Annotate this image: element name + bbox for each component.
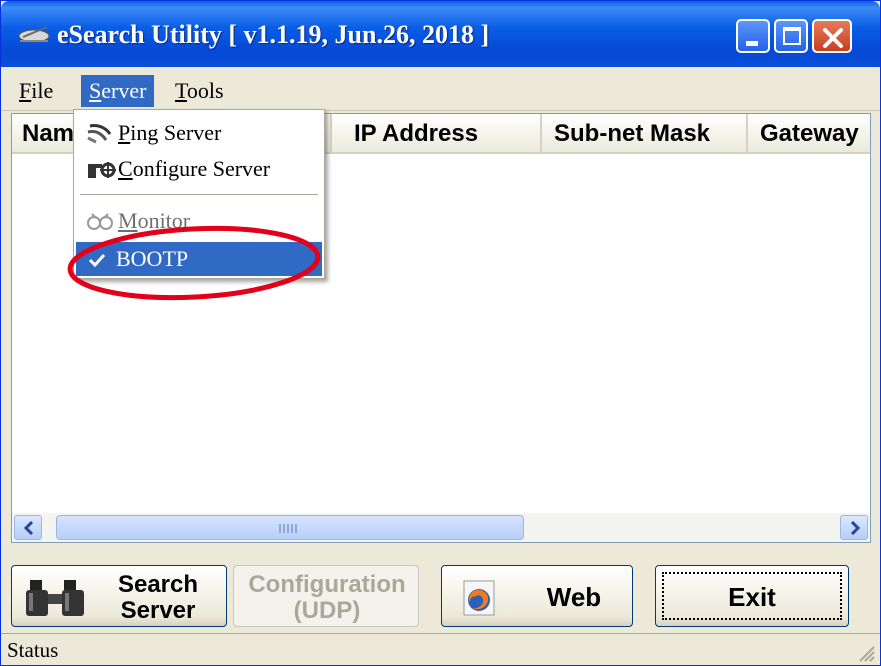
- web-button[interactable]: Web: [441, 565, 633, 627]
- monitor-icon: [87, 213, 113, 230]
- app-window: eSearch Utility [ v1.1.19, Jun.26, 2018 …: [0, 0, 881, 666]
- search-server-label: Search Server: [98, 572, 218, 624]
- menu-item-configure-server[interactable]: Configure Server: [76, 152, 322, 186]
- scroll-thumb[interactable]: [56, 515, 524, 540]
- ping-mnemonic: P: [118, 120, 131, 145]
- title-bar[interactable]: eSearch Utility [ v1.1.19, Jun.26, 2018 …: [1, 1, 880, 67]
- configuration-label-line1: Configuration: [248, 571, 406, 598]
- close-button[interactable]: [812, 19, 852, 53]
- menu-item-ping-server[interactable]: Ping Server: [76, 116, 322, 150]
- configuration-udp-label: Configuration (UDP): [238, 572, 416, 624]
- column-header-subnet-mask[interactable]: Sub-net Mask: [542, 114, 748, 154]
- search-server-label-line2: Server: [120, 597, 196, 624]
- configure-mnemonic: C: [118, 156, 133, 181]
- server-dropdown-menu: Ping Server Configure Server Monitor BOO…: [73, 109, 325, 279]
- ping-label-rest: ing Server: [130, 120, 222, 145]
- menu-file[interactable]: File: [11, 75, 61, 107]
- chevron-left-icon: [23, 521, 34, 535]
- maximize-button[interactable]: [774, 19, 808, 53]
- exit-button[interactable]: Exit: [655, 565, 849, 627]
- menu-file-label: ile: [31, 78, 54, 103]
- window-title: eSearch Utility [ v1.1.19, Jun.26, 2018 …: [57, 20, 490, 49]
- button-bar: Search Server Configuration (UDP) Web Ex…: [1, 549, 880, 629]
- configuration-udp-button[interactable]: Configuration (UDP): [233, 565, 419, 627]
- search-server-label-line1: Search: [117, 571, 199, 598]
- resize-grip-icon[interactable]: [854, 641, 876, 663]
- binoculars-icon: [26, 580, 84, 616]
- menu-item-monitor[interactable]: Monitor: [76, 204, 322, 238]
- menu-separator: [80, 194, 318, 195]
- minimize-icon: [746, 41, 758, 46]
- menu-item-ping-server-label: Ping Server: [118, 116, 221, 150]
- menu-server[interactable]: Server: [81, 75, 155, 107]
- grip-icon: [279, 524, 297, 533]
- satellite-dish-icon: [18, 26, 50, 43]
- menu-server-label: erver: [101, 78, 147, 103]
- menu-item-bootp[interactable]: BOOTP: [76, 242, 322, 276]
- configuration-label-line2: (UDP): [293, 597, 361, 624]
- monitor-label-rest: onitor: [137, 208, 191, 233]
- menu-file-mnemonic: F: [19, 78, 32, 103]
- monitor-mnemonic: M: [118, 208, 138, 233]
- menu-bar: File Server Tools: [1, 71, 880, 111]
- menu-item-monitor-label: Monitor: [118, 204, 190, 238]
- menu-item-configure-server-label: Configure Server: [118, 152, 270, 186]
- horizontal-scrollbar[interactable]: [11, 513, 871, 543]
- web-label: Web: [546, 582, 602, 612]
- menu-tools[interactable]: Tools: [167, 75, 232, 107]
- minimize-button[interactable]: [736, 19, 770, 53]
- chevron-right-icon: [850, 521, 861, 535]
- exit-label: Exit: [728, 582, 776, 612]
- configure-icon: [88, 162, 116, 178]
- ping-icon: [87, 124, 112, 144]
- menu-tools-label: ools: [186, 78, 224, 103]
- menu-server-mnemonic: S: [89, 78, 102, 103]
- search-server-button[interactable]: Search Server: [11, 565, 227, 627]
- close-icon: [823, 28, 843, 48]
- status-text: Status: [7, 638, 59, 662]
- menu-tools-mnemonic: T: [175, 78, 187, 103]
- firefox-icon: [463, 580, 495, 616]
- scroll-right-button[interactable]: [840, 515, 868, 540]
- maximize-icon: [783, 27, 801, 45]
- column-header-gateway[interactable]: Gateway: [748, 114, 870, 154]
- scroll-left-button[interactable]: [14, 515, 42, 540]
- check-icon: [88, 253, 106, 268]
- configure-label-rest: onfigure Server: [132, 156, 271, 181]
- status-bar: Status: [1, 633, 880, 665]
- menu-item-bootp-label: BOOTP: [116, 246, 189, 271]
- column-header-ip-address[interactable]: IP Address: [332, 114, 542, 154]
